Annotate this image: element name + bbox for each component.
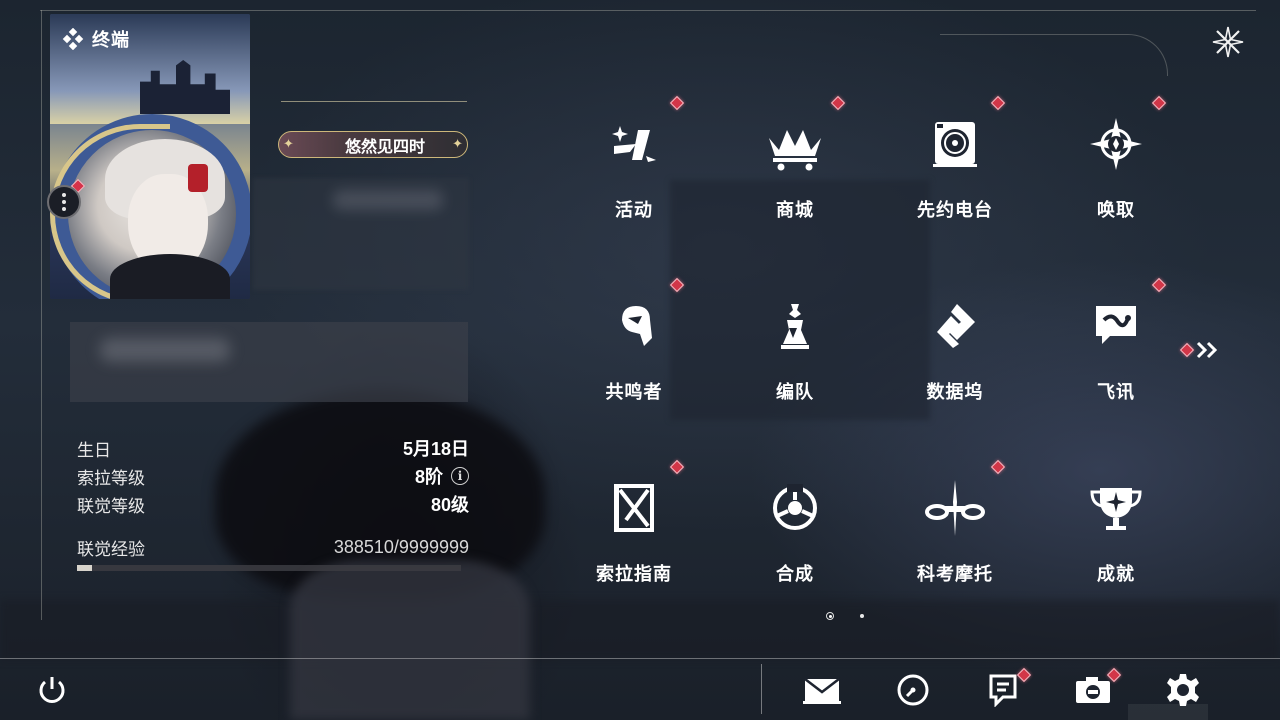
camera-button[interactable] bbox=[1071, 667, 1122, 712]
stat-value-wrap: 8阶 i bbox=[415, 463, 469, 489]
exp-value: 388510/9999999 bbox=[333, 536, 469, 557]
player-title-text: 悠然见四时 bbox=[344, 138, 425, 156]
notification-dot bbox=[990, 459, 1006, 475]
activity-icon bbox=[612, 126, 656, 162]
menu-shop[interactable]: 商城 bbox=[730, 95, 860, 246]
exp-label: 联觉经验 bbox=[77, 539, 145, 559]
convene-compass-icon bbox=[1090, 118, 1142, 170]
menu-label: 飞讯 bbox=[1097, 382, 1135, 402]
menu-sola-guide[interactable]: 索拉指南 bbox=[569, 459, 699, 610]
close-icon bbox=[1212, 26, 1244, 58]
clock-icon bbox=[897, 674, 929, 706]
stat-label: 索拉等级 bbox=[77, 468, 145, 488]
frame-top-line bbox=[40, 10, 1256, 11]
menu-label: 合成 bbox=[776, 564, 814, 584]
bottom-bar-line bbox=[0, 658, 1280, 659]
menu-label: 数据坞 bbox=[926, 382, 984, 402]
stat-value: 8阶 bbox=[414, 467, 443, 487]
notification-dot bbox=[990, 95, 1006, 111]
menu-activity[interactable]: 活动 bbox=[569, 95, 699, 246]
stat-union-level: 联觉等级 80级 bbox=[77, 490, 469, 518]
stat-union-exp: 联觉经验 388510/9999999 bbox=[77, 533, 469, 561]
page-indicator bbox=[826, 612, 864, 620]
radio-icon bbox=[933, 122, 977, 167]
menu-label: 活动 bbox=[615, 200, 653, 220]
mail-icon bbox=[803, 678, 841, 704]
synthesis-icon bbox=[773, 484, 817, 530]
menu-label: 唤取 bbox=[1097, 200, 1135, 220]
camera-icon bbox=[1076, 677, 1110, 703]
close-button[interactable] bbox=[1208, 22, 1248, 62]
clock-button[interactable] bbox=[891, 668, 935, 712]
chess-team-icon bbox=[781, 304, 809, 349]
gear-icon bbox=[1167, 674, 1199, 706]
power-button[interactable] bbox=[30, 668, 74, 712]
profile-stats: 生日 5月18日 索拉等级 8阶 i 联觉等级 80级 联觉经验 388510/… bbox=[77, 434, 469, 571]
menu-team[interactable]: 编队 bbox=[730, 278, 860, 428]
power-icon bbox=[39, 677, 65, 703]
more-options-button[interactable] bbox=[47, 185, 81, 219]
menu-synthesis[interactable]: 合成 bbox=[730, 460, 860, 610]
stat-label: 联觉等级 bbox=[77, 496, 145, 516]
stat-birthday: 生日 5月18日 bbox=[77, 434, 469, 462]
menu-convene[interactable]: 唤取 bbox=[1051, 95, 1181, 246]
menu-label: 编队 bbox=[776, 382, 814, 402]
menu-label: 商城 bbox=[776, 200, 814, 220]
stat-label: 生日 bbox=[77, 440, 111, 460]
menu-label: 成就 bbox=[1097, 564, 1135, 584]
notification-dot bbox=[669, 95, 685, 111]
corner-watermark bbox=[1128, 704, 1208, 720]
background-character-body bbox=[290, 560, 530, 720]
frame-left-line bbox=[41, 10, 42, 620]
terminal-header: 终端 bbox=[62, 26, 130, 52]
shop-cart-icon bbox=[769, 130, 821, 171]
exp-progress-fill bbox=[77, 565, 92, 571]
bottom-bar-divider bbox=[761, 664, 762, 714]
next-page-button[interactable] bbox=[1179, 340, 1220, 360]
stat-sola-level: 索拉等级 8阶 i bbox=[77, 462, 469, 490]
trophy-icon bbox=[1090, 488, 1142, 530]
notification-dot bbox=[830, 95, 846, 111]
more-dots-icon bbox=[62, 193, 66, 197]
exp-progress-bar bbox=[77, 565, 461, 571]
notification-dot bbox=[1151, 277, 1167, 293]
double-chevron-right-icon bbox=[1196, 341, 1218, 359]
menu-data-dock[interactable]: 数据坞 bbox=[890, 278, 1020, 428]
player-title-badge[interactable]: 悠然见四时 bbox=[278, 131, 468, 158]
message-chat-icon bbox=[1096, 306, 1136, 344]
stat-value: 80级 bbox=[430, 495, 469, 515]
motorbike-icon bbox=[925, 480, 985, 536]
blurred-player-info bbox=[253, 178, 469, 290]
menu-resonators[interactable]: 共鸣者 bbox=[569, 277, 699, 428]
profile-card-art[interactable] bbox=[50, 14, 250, 299]
data-dock-icon bbox=[937, 304, 975, 348]
menu-label: 科考摩托 bbox=[917, 564, 993, 584]
notification-dot bbox=[1151, 95, 1167, 111]
page-dot-active[interactable] bbox=[826, 612, 834, 620]
menu-achievements[interactable]: 成就 bbox=[1051, 460, 1181, 610]
menu-label: 索拉指南 bbox=[596, 564, 672, 584]
menu-label: 先约电台 bbox=[917, 200, 993, 220]
guidebook-icon bbox=[614, 484, 654, 532]
menu-radio[interactable]: 先约电台 bbox=[890, 95, 1020, 246]
frame-top-arc bbox=[940, 34, 1168, 76]
diamond-cluster-icon bbox=[62, 28, 84, 50]
terminal-title: 终端 bbox=[92, 30, 130, 50]
notice-icon bbox=[989, 674, 1017, 707]
stat-value: 5月18日 bbox=[402, 439, 469, 459]
menu-label: 共鸣者 bbox=[605, 382, 663, 402]
notice-button[interactable] bbox=[981, 667, 1032, 712]
menu-motorbike[interactable]: 科考摩托 bbox=[890, 459, 1020, 610]
notification-dot bbox=[1016, 667, 1032, 683]
page-dot[interactable] bbox=[860, 614, 864, 618]
notification-dot bbox=[1179, 342, 1195, 358]
notification-dot bbox=[669, 277, 685, 293]
name-underline bbox=[281, 101, 467, 102]
resonator-head-icon bbox=[622, 306, 652, 346]
blurred-signature-box bbox=[70, 322, 468, 402]
mail-button[interactable] bbox=[800, 668, 844, 712]
menu-messages[interactable]: 飞讯 bbox=[1051, 277, 1181, 428]
notification-dot bbox=[669, 459, 685, 475]
info-icon[interactable]: i bbox=[451, 467, 469, 485]
